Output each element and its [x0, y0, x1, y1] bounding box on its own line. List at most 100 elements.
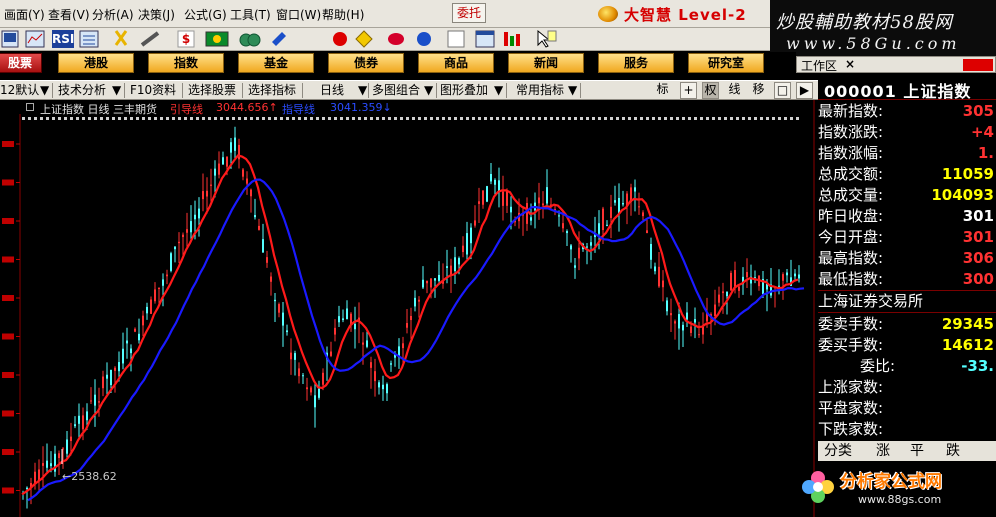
- y-tick-label: [2, 295, 14, 301]
- candle-body: [218, 163, 220, 175]
- info-strip-dot: [526, 117, 529, 120]
- info-strip-dot: [28, 117, 31, 120]
- default-layout-select[interactable]: 12默认: [0, 82, 39, 99]
- menu-window[interactable]: 窗口(W): [276, 6, 321, 22]
- overlay-button[interactable]: 图形叠加: [440, 82, 488, 99]
- grid-icon[interactable]: [79, 30, 99, 48]
- brand-logo-icon: [598, 6, 618, 22]
- tech-analysis-select[interactable]: 技术分析: [58, 82, 106, 99]
- tab-service[interactable]: 服务: [598, 53, 674, 73]
- info-strip-dot: [544, 117, 547, 120]
- common-indicator-button[interactable]: 常用指标: [516, 82, 564, 99]
- chevron-down-icon[interactable]: ▼: [40, 82, 49, 99]
- info-strip-dot: [406, 117, 409, 120]
- kline-chart[interactable]: ←2538.62: [0, 100, 818, 517]
- candle-body: [270, 276, 272, 282]
- candle-body: [658, 266, 660, 287]
- candle-body: [718, 294, 720, 303]
- line-button[interactable]: 线: [726, 82, 743, 99]
- candle-body: [330, 351, 332, 356]
- tab-research[interactable]: 研究室: [688, 53, 764, 73]
- f10-button[interactable]: F10资料: [130, 82, 176, 99]
- bars-icon[interactable]: [504, 32, 508, 46]
- chevron-down-icon[interactable]: ▼: [358, 82, 367, 99]
- cross-cursor-icon[interactable]: [114, 30, 128, 46]
- quote-row: 总成交额: 11059: [818, 165, 994, 183]
- chevron-down-icon[interactable]: ▼: [568, 82, 577, 99]
- move-button[interactable]: 移: [750, 82, 767, 99]
- tab-hk[interactable]: 港股: [58, 53, 134, 73]
- menu-look[interactable]: 查看(V): [48, 6, 90, 22]
- play-button[interactable]: ▶: [796, 82, 813, 99]
- pin-icon[interactable]: [272, 32, 286, 46]
- candle-body: [570, 245, 572, 250]
- candle-body: [482, 190, 484, 205]
- candle-body: [446, 266, 448, 268]
- menu-decision[interactable]: 决策(J): [138, 6, 175, 22]
- rights-button[interactable]: 权: [702, 82, 719, 99]
- tab-fund[interactable]: 基金: [238, 53, 314, 73]
- ruler-icon[interactable]: [140, 31, 160, 47]
- info-strip-dot: [112, 117, 115, 120]
- collapse-icon[interactable]: [26, 103, 34, 111]
- toolbar-icons: [1, 29, 557, 48]
- menu-help[interactable]: 帮助(H): [322, 6, 364, 22]
- info-strip-dot: [262, 117, 265, 120]
- chevron-down-icon[interactable]: ▼: [112, 82, 121, 99]
- candle-body: [542, 203, 544, 206]
- tab-news[interactable]: 新闻: [508, 53, 584, 73]
- alarm-icon[interactable]: [333, 32, 347, 46]
- tab-bond[interactable]: 债券: [328, 53, 404, 73]
- tab-category[interactable]: 分类: [824, 442, 852, 460]
- candle-body: [274, 299, 276, 302]
- menu-view[interactable]: 画面(Y): [4, 6, 45, 22]
- tab-down[interactable]: 跌: [946, 442, 960, 460]
- workarea-close-button[interactable]: ×: [845, 57, 855, 71]
- document-icon[interactable]: [447, 30, 465, 48]
- chart-title: 上证指数 日线 三丰期货: [40, 103, 157, 116]
- candle-body: [114, 367, 116, 371]
- rsi-button[interactable]: RSI: [52, 30, 74, 48]
- tab-stock[interactable]: 股票: [0, 53, 42, 73]
- candle-body: [726, 291, 728, 297]
- candle-body: [286, 330, 288, 333]
- tab-index[interactable]: 指数: [148, 53, 224, 73]
- candle-body: [662, 280, 664, 288]
- info-strip-dot: [364, 117, 367, 120]
- candle-body: [434, 278, 436, 281]
- menu-tools[interactable]: 工具(T): [230, 6, 271, 22]
- crosshair-button[interactable]: +: [680, 82, 697, 99]
- window-mode-button[interactable]: □: [774, 82, 791, 99]
- period-select[interactable]: 日线: [320, 82, 344, 99]
- globe-icon[interactable]: [417, 32, 431, 46]
- select-indicator-button[interactable]: 选择指标: [248, 82, 296, 99]
- candle-body: [154, 289, 156, 302]
- trade-button[interactable]: 委托: [452, 3, 486, 23]
- help-cursor-icon[interactable]: [537, 29, 551, 48]
- candle-body: [666, 300, 668, 312]
- menu-analysis[interactable]: 分析(A): [92, 6, 134, 22]
- select-stock-button[interactable]: 选择股票: [188, 82, 236, 99]
- info-strip-dot: [304, 117, 307, 120]
- info-strip-dot: [766, 117, 769, 120]
- candle-body: [702, 326, 704, 335]
- y-tick-label: [2, 256, 14, 263]
- info-strip-dot: [202, 117, 205, 120]
- tab-commodity[interactable]: 商品: [418, 53, 494, 73]
- candle-body: [714, 304, 716, 317]
- info-strip-dot: [292, 117, 295, 120]
- menu-formula[interactable]: 公式(G): [184, 6, 227, 22]
- tab-flat[interactable]: 平: [910, 442, 924, 460]
- chevron-down-icon[interactable]: ▼: [424, 82, 433, 99]
- info-strip-dot: [70, 117, 73, 120]
- chevron-down-icon[interactable]: ▼: [494, 82, 503, 99]
- info-strip-dot: [466, 117, 469, 120]
- order-row: 下跌家数:: [818, 420, 884, 438]
- mark-button[interactable]: 标: [654, 82, 671, 99]
- tab-up[interactable]: 涨: [876, 442, 890, 460]
- diamond-icon[interactable]: [355, 30, 373, 48]
- lips-icon[interactable]: [388, 33, 404, 45]
- multi-chart-button[interactable]: 多图组合: [372, 82, 420, 99]
- candle-body: [558, 215, 560, 217]
- candle-body: [690, 326, 692, 333]
